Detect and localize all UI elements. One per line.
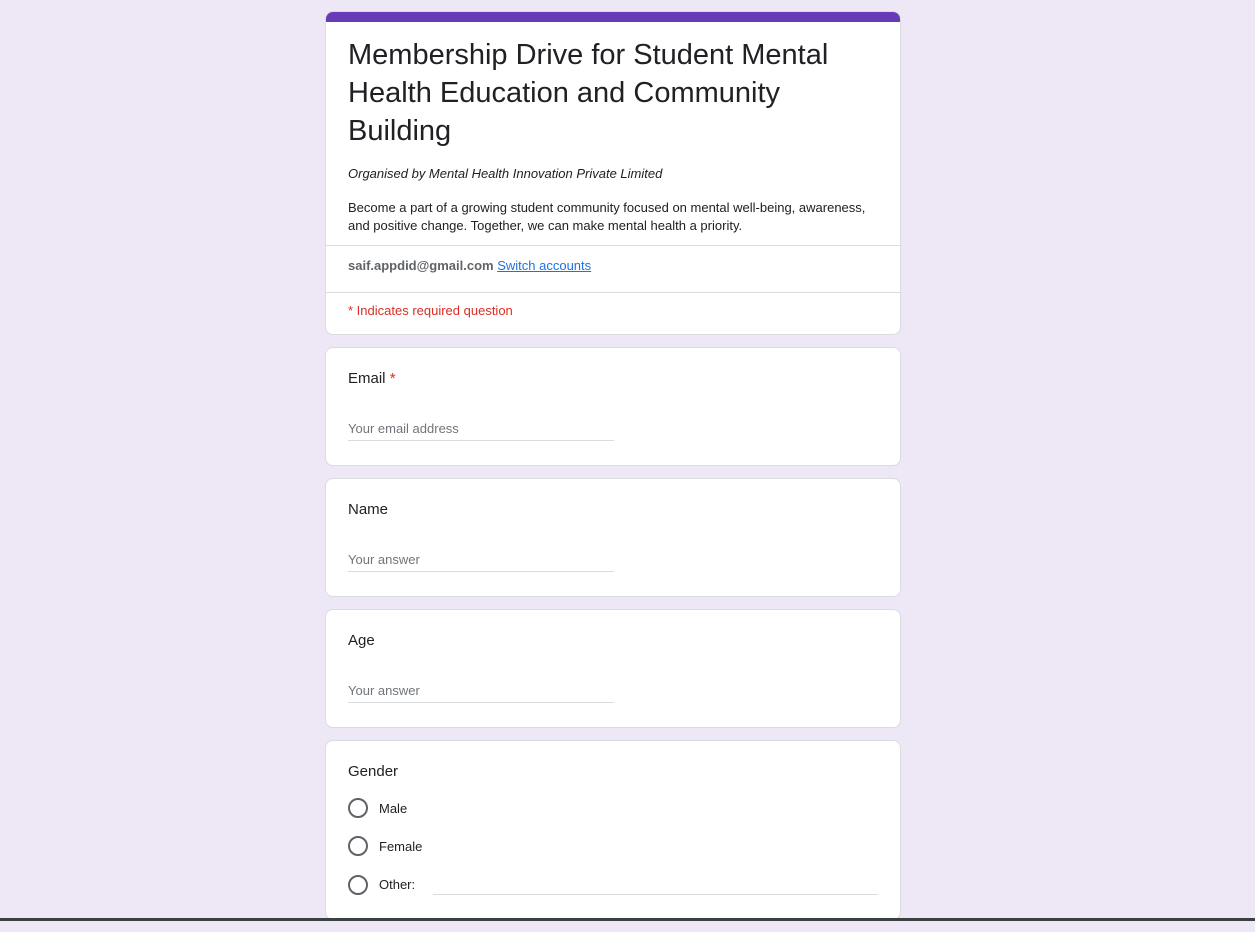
switch-accounts-link[interactable]: Switch accounts bbox=[497, 258, 591, 273]
account-email: saif.appdid@gmail.com bbox=[348, 258, 494, 273]
accent-bar bbox=[326, 12, 900, 22]
email-input[interactable] bbox=[348, 417, 614, 441]
gender-option-female[interactable]: Female bbox=[348, 836, 878, 856]
required-star: * bbox=[389, 370, 396, 387]
form-container: Membership Drive for Student Mental Heal… bbox=[325, 11, 901, 932]
age-input[interactable] bbox=[348, 679, 614, 703]
question-name: Name bbox=[325, 478, 901, 597]
question-age: Age bbox=[325, 609, 901, 728]
form-title: Membership Drive for Student Mental Heal… bbox=[348, 39, 829, 147]
name-input[interactable] bbox=[348, 548, 614, 572]
radio-button[interactable] bbox=[348, 798, 368, 818]
email-label: Email bbox=[348, 370, 386, 387]
gender-label: Gender bbox=[348, 763, 399, 780]
option-label: Female bbox=[379, 838, 423, 854]
other-text-input[interactable] bbox=[433, 874, 878, 895]
form-organiser: Organised by Mental Health Innovation Pr… bbox=[348, 166, 663, 181]
radio-button[interactable] bbox=[348, 874, 368, 895]
age-label: Age bbox=[348, 632, 375, 649]
option-label: Male bbox=[379, 800, 408, 816]
form-description: Become a part of a growing student commu… bbox=[348, 200, 866, 233]
gender-option-male[interactable]: Male bbox=[348, 798, 878, 818]
question-email: Email * bbox=[325, 347, 901, 466]
question-gender: Gender Male Female Other: bbox=[325, 740, 901, 920]
radio-button[interactable] bbox=[348, 836, 368, 856]
required-note: * Indicates required question bbox=[348, 303, 513, 318]
gender-option-other[interactable]: Other: bbox=[348, 874, 878, 895]
name-label: Name bbox=[348, 501, 389, 518]
account-row: saif.appdid@gmail.com Switch accounts bbox=[326, 246, 900, 292]
form-header-card: Membership Drive for Student Mental Heal… bbox=[325, 11, 901, 335]
option-label: Other: bbox=[379, 877, 416, 892]
question-label: Email * bbox=[348, 370, 878, 387]
